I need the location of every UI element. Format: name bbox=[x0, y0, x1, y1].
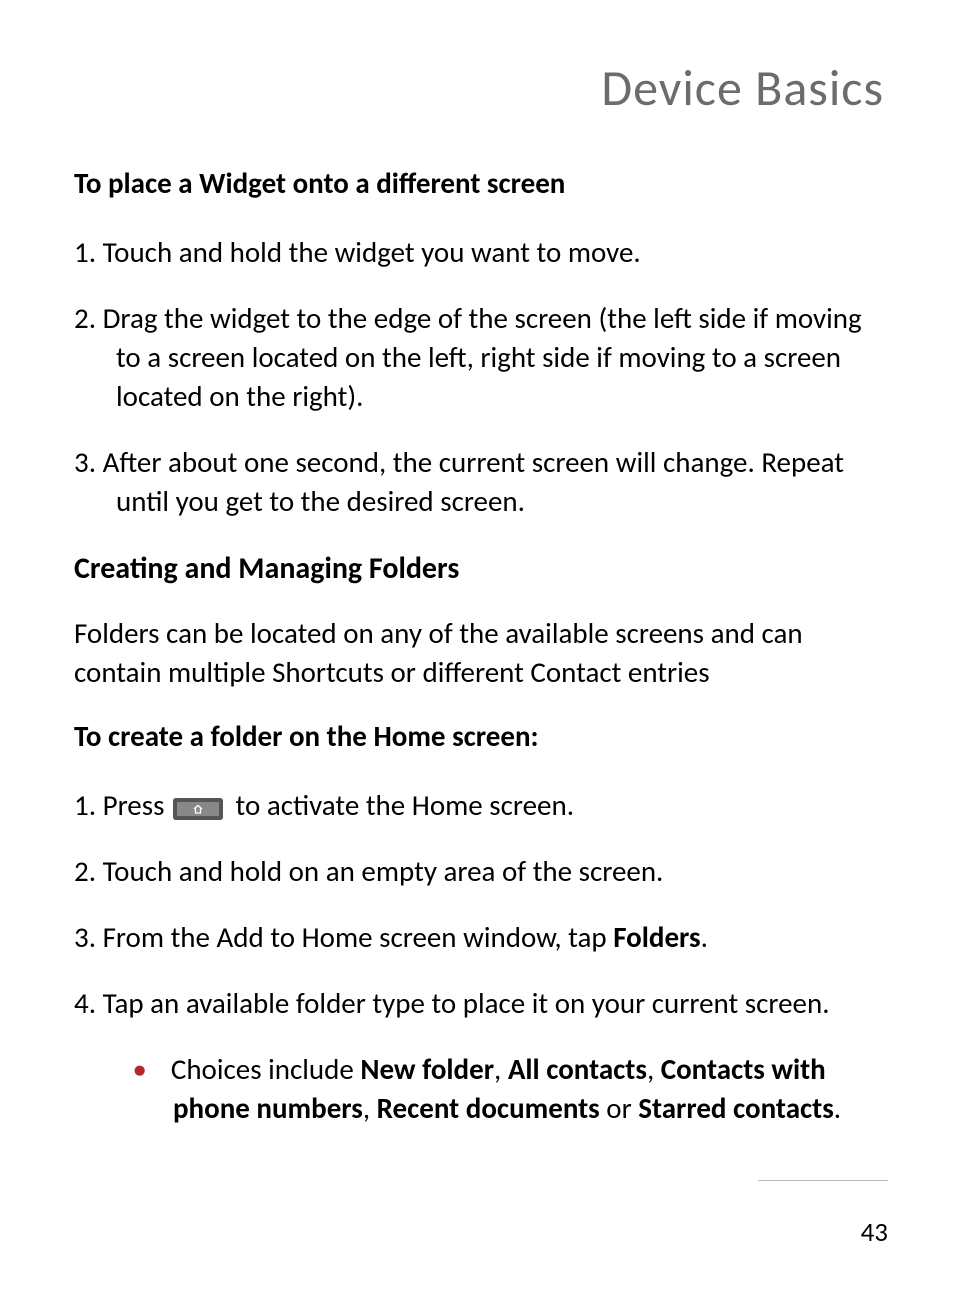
bullet-bold: All contacts bbox=[508, 1051, 647, 1087]
chapter-title: Device Basics bbox=[74, 58, 888, 119]
step-text: From the Add to Home screen window, tap bbox=[103, 919, 614, 955]
steps-widget-move: Touch and hold the widget you want to mo… bbox=[74, 233, 888, 522]
home-button-icon bbox=[173, 798, 223, 820]
subheading-widget-move: To place a Widget onto a different scree… bbox=[74, 165, 888, 203]
step-item: Touch and hold on an empty area of the s… bbox=[74, 852, 888, 891]
bullet-sep: , bbox=[363, 1090, 377, 1126]
step-text: to activate the Home screen. bbox=[236, 787, 574, 823]
step-text: After about one second, the current scre… bbox=[103, 444, 844, 519]
bullet-sep: , bbox=[494, 1051, 508, 1087]
step-text-bold: Folders bbox=[613, 919, 700, 955]
bullet-bold: Starred contacts bbox=[638, 1090, 834, 1126]
footer-rule bbox=[758, 1180, 888, 1181]
step-item: From the Add to Home screen window, tap … bbox=[74, 918, 888, 957]
section-heading-folders: Creating and Managing Folders bbox=[74, 549, 888, 588]
folder-choices-bullet: Choices include New folder, All contacts… bbox=[74, 1050, 888, 1128]
step-item: Drag the widget to the edge of the scree… bbox=[74, 299, 888, 416]
step-text: Press bbox=[103, 787, 171, 823]
step-text: Touch and hold the widget you want to mo… bbox=[103, 234, 641, 270]
bullet-item: Choices include New folder, All contacts… bbox=[74, 1050, 888, 1128]
step-item: Press to activate the Home screen. bbox=[74, 786, 888, 825]
bullet-sep: , bbox=[647, 1051, 661, 1087]
bullet-sep: or bbox=[600, 1090, 639, 1126]
bullet-sep: . bbox=[834, 1090, 841, 1126]
bullet-text: Choices include bbox=[171, 1051, 361, 1087]
page-number: 43 bbox=[861, 1216, 888, 1249]
step-text: Drag the widget to the edge of the scree… bbox=[103, 300, 862, 414]
step-item: After about one second, the current scre… bbox=[74, 443, 888, 521]
step-item: Touch and hold the widget you want to mo… bbox=[74, 233, 888, 272]
step-text: . bbox=[701, 919, 708, 955]
folders-intro: Folders can be located on any of the ava… bbox=[74, 614, 888, 692]
bullet-bold: New folder bbox=[360, 1051, 494, 1087]
bullet-bold: Recent documents bbox=[377, 1090, 600, 1126]
subheading-create-folder: To create a folder on the Home screen: bbox=[74, 718, 888, 756]
step-item: Tap an available folder type to place it… bbox=[74, 984, 888, 1023]
step-text: Touch and hold on an empty area of the s… bbox=[103, 853, 664, 889]
step-text: Tap an available folder type to place it… bbox=[103, 985, 830, 1021]
steps-create-folder: Press to activate the Home screen. Touch… bbox=[74, 786, 888, 1024]
